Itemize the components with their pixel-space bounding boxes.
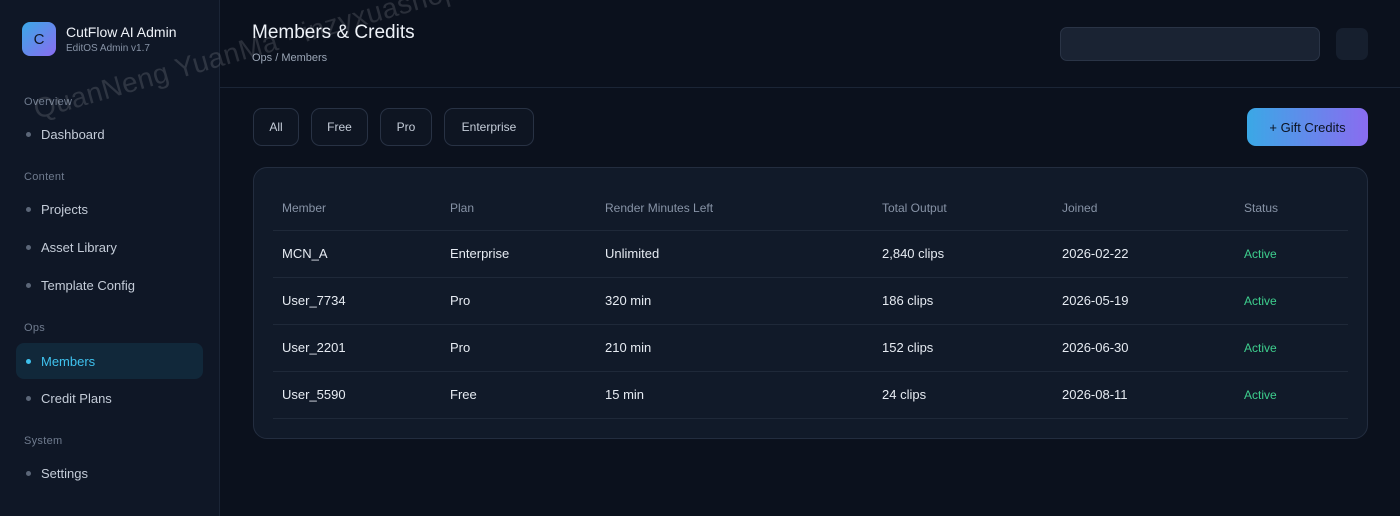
cell-render-minutes: 210 min	[605, 340, 652, 355]
nav-section-system: System	[24, 435, 63, 447]
page-header: Members & Credits Ops / Members	[220, 0, 1400, 88]
gift-credits-button[interactable]: + Gift Credits	[1247, 108, 1368, 146]
filter-chip-pro[interactable]: Pro	[380, 108, 432, 146]
cell-member: MCN_A	[282, 246, 328, 261]
row-divider	[273, 230, 1348, 231]
column-header-plan[interactable]: Plan	[450, 201, 474, 215]
nav-section-ops: Ops	[24, 322, 46, 334]
dot-icon	[26, 358, 31, 364]
status-badge: Active	[1244, 388, 1277, 402]
row-divider	[273, 371, 1348, 372]
filter-chip-all[interactable]: All	[253, 108, 299, 146]
cell-plan: Free	[450, 387, 477, 402]
sidebar-item-label: Settings	[41, 465, 88, 481]
sidebar-item-label: Credit Plans	[41, 390, 112, 406]
column-header-status[interactable]: Status	[1244, 201, 1278, 215]
nav-section-content: Content	[24, 171, 65, 183]
status-badge: Active	[1244, 341, 1277, 355]
cell-joined: 2026-02-22	[1062, 246, 1129, 261]
sidebar-item-label: Projects	[41, 201, 88, 217]
cell-total-output: 24 clips	[882, 387, 927, 402]
cell-plan: Pro	[450, 293, 471, 308]
cell-joined: 2026-06-30	[1062, 340, 1129, 355]
row-divider	[273, 324, 1348, 325]
status-badge: Active	[1244, 247, 1277, 261]
brand-logo-icon: C	[22, 22, 56, 56]
cell-total-output: 152 clips	[882, 340, 934, 355]
sidebar-item-template-config[interactable]: Template Config	[16, 267, 203, 303]
brand-version: EditOS Admin v1.7	[66, 42, 150, 54]
sidebar-item-label: Members	[41, 353, 96, 369]
filter-chip-free[interactable]: Free	[311, 108, 368, 146]
cell-joined: 2026-05-19	[1062, 293, 1129, 308]
sidebar-item-settings[interactable]: Settings	[16, 455, 203, 491]
nav-section-overview: Overview	[24, 96, 73, 108]
dot-icon	[26, 282, 31, 288]
dot-icon	[26, 395, 31, 401]
sidebar-item-asset-library[interactable]: Asset Library	[16, 229, 203, 265]
search-input[interactable]	[1060, 27, 1320, 61]
dot-icon	[26, 470, 31, 476]
brand-name: CutFlow AI Admin	[66, 23, 177, 40]
cell-total-output: 2,840 clips	[882, 246, 945, 261]
cell-member: User_5590	[282, 387, 346, 402]
filter-chip-enterprise[interactable]: Enterprise	[444, 108, 534, 146]
header-action-icon[interactable]	[1336, 28, 1368, 60]
dot-icon	[26, 206, 31, 212]
cell-render-minutes: 320 min	[605, 293, 652, 308]
cell-member: User_2201	[282, 340, 346, 355]
cell-total-output: 186 clips	[882, 293, 934, 308]
cell-member: User_7734	[282, 293, 346, 308]
column-header-joined[interactable]: Joined	[1062, 201, 1097, 215]
status-badge: Active	[1244, 294, 1277, 308]
cell-render-minutes: Unlimited	[605, 246, 660, 261]
cell-render-minutes: 15 min	[605, 387, 645, 402]
column-header-render-minutes[interactable]: Render Minutes Left	[605, 201, 713, 215]
column-header-member[interactable]: Member	[282, 201, 326, 215]
sidebar-item-label: Dashboard	[41, 126, 105, 142]
cell-plan: Enterprise	[450, 246, 510, 261]
sidebar-item-label: Asset Library	[41, 239, 117, 255]
sidebar-item-credit-plans[interactable]: Credit Plans	[16, 380, 203, 416]
cell-plan: Pro	[450, 340, 471, 355]
sidebar-item-projects[interactable]: Projects	[16, 191, 203, 227]
row-divider	[273, 277, 1348, 278]
cell-joined: 2026-08-11	[1062, 387, 1128, 402]
sidebar-item-dashboard[interactable]: Dashboard	[16, 116, 203, 152]
breadcrumb[interactable]: Ops / Members	[252, 52, 327, 64]
dot-icon	[26, 244, 31, 250]
members-table: Member Plan Render Minutes Left Total Ou…	[253, 167, 1368, 439]
sidebar-item-members[interactable]: Members	[16, 343, 203, 379]
page-title: Members & Credits	[252, 22, 415, 43]
sidebar-item-label: Template Config	[41, 277, 135, 293]
brand: C CutFlow AI Admin EditOS Admin v1.7	[22, 22, 177, 56]
dot-icon	[26, 131, 31, 137]
row-divider	[273, 418, 1348, 419]
column-header-total-output[interactable]: Total Output	[882, 201, 947, 215]
sidebar: C CutFlow AI Admin EditOS Admin v1.7 Ove…	[0, 0, 220, 516]
